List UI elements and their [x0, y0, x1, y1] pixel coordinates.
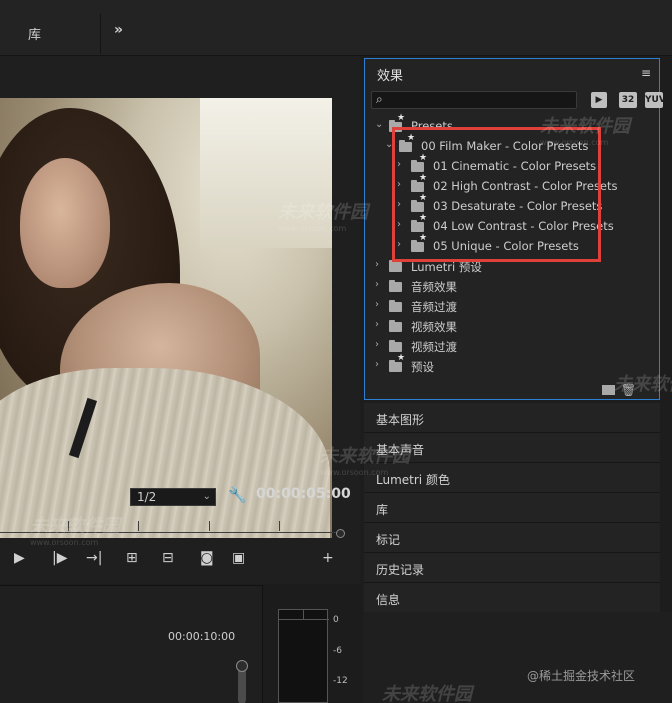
zoom-value: 1/2: [137, 490, 157, 504]
chevron-right-icon[interactable]: ›: [375, 259, 379, 270]
zoom-select[interactable]: 1/2 ⌄: [130, 488, 216, 506]
32bit-filter-button[interactable]: 32: [619, 92, 637, 108]
chevron-right-icon[interactable]: ›: [375, 279, 379, 290]
watermark: 未来软件园: [382, 684, 472, 703]
accelerated-effects-filter-icon[interactable]: ▶: [591, 92, 607, 108]
tree-item[interactable]: › 视频过渡: [365, 337, 659, 357]
step-forward-icon[interactable]: |▶: [52, 550, 67, 566]
watermark: 未来软件园 www.orsoon.com: [278, 202, 368, 233]
folder-icon: [389, 320, 402, 332]
tree-item[interactable]: › 音频效果: [365, 277, 659, 297]
timeline-timestamp: 00:00:10:00: [168, 630, 236, 643]
play-icon[interactable]: ▶: [14, 550, 25, 566]
search-input[interactable]: ⌕: [371, 91, 577, 109]
panel-header[interactable]: 历史记录: [364, 553, 660, 583]
tree-item-label: 视频效果: [411, 320, 457, 334]
insert-icon[interactable]: ⊞: [126, 550, 138, 566]
video-preview: [0, 98, 332, 538]
panel-title: 效果: [377, 69, 404, 84]
overwrite-icon[interactable]: ⊟: [162, 550, 174, 566]
transport-controls: ▶ |▶ →| ⊞ ⊟ ◙ ▣ +: [0, 546, 360, 576]
panel-header-label: 信息: [376, 593, 401, 607]
preset-folder-icon: [389, 353, 405, 372]
chevron-right-icon[interactable]: ›: [375, 339, 379, 350]
panel-header[interactable]: 库: [364, 493, 660, 523]
panel-header[interactable]: 信息: [364, 583, 660, 613]
tab-library[interactable]: 库: [28, 24, 41, 43]
panel-header[interactable]: 基本图形: [364, 403, 660, 433]
folder-icon: [389, 300, 402, 312]
tree-item[interactable]: › 视频效果: [365, 317, 659, 337]
audio-meter: 0 -6 -12: [262, 585, 362, 703]
watermark: 未来软件园 www.orsoon.com: [320, 446, 410, 477]
panel-header-label: 库: [376, 503, 389, 517]
search-icon: ⌕: [376, 92, 383, 106]
go-to-out-icon[interactable]: →|: [86, 550, 102, 566]
tree-item-label: 预设: [411, 360, 434, 374]
tree-item[interactable]: › 音频过渡: [365, 297, 659, 317]
scrub-end-handle[interactable]: [336, 529, 345, 538]
meter-label: -6: [333, 646, 342, 656]
playhead-timecode[interactable]: 00:00:05:00: [256, 486, 351, 502]
tab-divider: [100, 14, 101, 54]
tree-item-label: 音频过渡: [411, 300, 457, 314]
scroll-handle[interactable]: [236, 660, 248, 672]
chevron-down-icon: ⌄: [202, 491, 211, 502]
top-tab-bar: 库 »: [0, 0, 672, 56]
yuv-filter-button[interactable]: YUV: [645, 92, 663, 108]
panel-header-label: 基本图形: [376, 413, 425, 427]
tree-item-label: 音频效果: [411, 280, 457, 294]
program-monitor: 1/2 ⌄ 🔧 00:00:05:00 ▶ |▶ →| ⊞ ⊟ ◙ ▣ +: [0, 56, 360, 584]
tree-item-label: 视频过渡: [411, 340, 457, 354]
panel-header[interactable]: 标记: [364, 523, 660, 553]
wrench-icon[interactable]: 🔧: [228, 486, 247, 504]
more-tabs-button[interactable]: »: [114, 22, 123, 38]
meter-label: 0: [333, 615, 339, 625]
chevron-right-icon[interactable]: ›: [375, 299, 379, 310]
meter-label: -12: [333, 676, 348, 686]
watermark: 未来软件园 www.orsoon.com: [30, 516, 120, 547]
panel-header-label: 历史记录: [376, 563, 425, 577]
panel-header-label: 标记: [376, 533, 401, 547]
chevron-down-icon[interactable]: ⌄: [375, 119, 383, 130]
compare-view-icon[interactable]: ▣: [232, 550, 245, 566]
folder-icon: [389, 280, 402, 292]
chevron-right-icon[interactable]: ›: [375, 319, 379, 330]
credit-text: @稀土掘金技术社区: [527, 669, 636, 683]
add-button-icon[interactable]: +: [322, 550, 334, 566]
chevron-right-icon[interactable]: ›: [375, 359, 379, 370]
watermark: 未来软件园: [614, 374, 672, 395]
camera-icon[interactable]: ◙: [200, 550, 214, 566]
panel-menu-icon[interactable]: ≡: [641, 66, 651, 80]
watermark: 未来软件园 www.orsoon.com: [540, 116, 630, 147]
highlight-box: [392, 127, 601, 262]
folder-icon: [389, 340, 402, 352]
folder-icon: [389, 260, 402, 272]
